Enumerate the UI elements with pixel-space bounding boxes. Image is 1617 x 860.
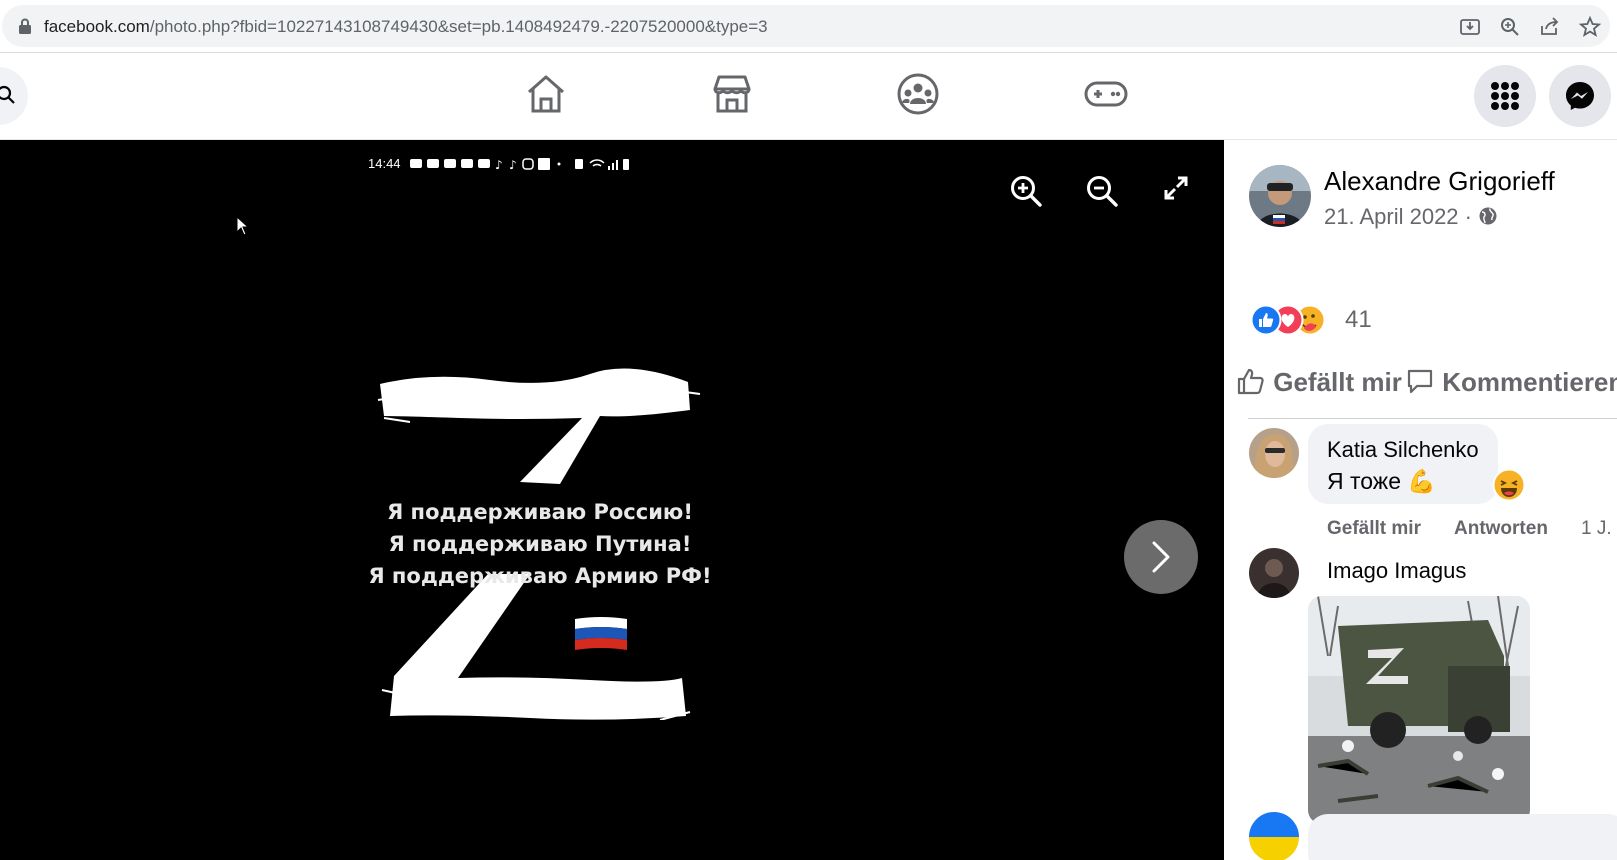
comment-like-link[interactable]: Gefällt mir — [1327, 518, 1421, 540]
author-avatar[interactable] — [1249, 165, 1311, 227]
globe-icon — [1479, 207, 1497, 225]
thumbs-up-icon — [1237, 368, 1264, 395]
russian-flag-icon — [575, 617, 627, 650]
comment-attached-photo[interactable] — [1308, 596, 1530, 824]
commenter-avatar[interactable] — [1249, 428, 1299, 478]
actions-divider — [1248, 418, 1617, 419]
reaction-count[interactable]: 41 — [1345, 306, 1372, 334]
share-icon[interactable] — [1539, 16, 1561, 38]
like-button-label: Gefällt mir — [1273, 367, 1402, 397]
image-text-line-2: Я поддерживаю Путина! — [388, 532, 692, 556]
chevron-right-icon — [1152, 541, 1170, 573]
haha-reaction-icon[interactable] — [1492, 468, 1526, 502]
home-icon[interactable] — [525, 73, 567, 115]
comment-timestamp[interactable]: 1 J. — [1581, 518, 1612, 540]
zoom-out-icon[interactable] — [1085, 174, 1119, 208]
post-date-text: 21. April 2022 · — [1324, 204, 1472, 229]
url-domain: facebook.com — [44, 17, 150, 36]
mouse-cursor — [236, 215, 250, 241]
image-text-line-3: Я поддерживаю Армию РФ! — [368, 564, 712, 588]
svg-text:♪: ♪ — [495, 158, 503, 171]
fullscreen-icon[interactable] — [1162, 174, 1190, 202]
comment-button[interactable]: Kommentieren — [1405, 366, 1617, 398]
commenter-avatar[interactable] — [1249, 812, 1299, 860]
comment-icon — [1407, 369, 1433, 394]
url-box[interactable]: facebook.com/photo.php?fbid=102271431087… — [2, 5, 1610, 47]
post-actions: Gefällt mir Kommentieren — [1224, 358, 1617, 406]
photo-viewer: 14:44 ♪ ♪ Я поддерживаю Россию! Я поддер… — [0, 140, 1224, 860]
comment-author[interactable]: Imago Imagus — [1327, 558, 1466, 584]
messenger-icon — [1566, 82, 1594, 110]
comment-button-label: Kommentieren — [1442, 367, 1617, 397]
svg-text:♪: ♪ — [509, 158, 517, 171]
search-button[interactable] — [0, 67, 28, 125]
messenger-button[interactable] — [1549, 65, 1611, 127]
comment-reply-link[interactable]: Antworten — [1454, 518, 1548, 540]
reaction-icons[interactable] — [1250, 304, 1342, 341]
facebook-top-nav — [0, 53, 1617, 140]
next-photo-button[interactable] — [1124, 520, 1198, 594]
bookmark-star-icon[interactable] — [1579, 16, 1601, 38]
post-date[interactable]: 21. April 2022 · — [1324, 204, 1498, 230]
image-text-line-1: Я поддерживаю Россию! — [387, 500, 693, 524]
groups-icon[interactable] — [897, 73, 939, 115]
commenter-avatar[interactable] — [1249, 548, 1299, 598]
post-side-panel: Alexandre Grigorieff 21. April 2022 · 41… — [1224, 140, 1617, 860]
url-path: /photo.php?fbid=10227143108749430&set=pb… — [149, 17, 768, 36]
gaming-icon[interactable] — [1083, 73, 1129, 115]
comment-text: Я тоже 💪 — [1327, 468, 1437, 494]
browser-address-bar: facebook.com/photo.php?fbid=102271431087… — [0, 0, 1617, 53]
marketplace-icon[interactable] — [711, 73, 753, 115]
zoom-in-icon[interactable] — [1009, 174, 1043, 208]
url-text[interactable]: facebook.com/photo.php?fbid=102271431087… — [44, 17, 768, 37]
phone-status-time: 14:44 — [368, 156, 401, 171]
comment-author[interactable]: Katia Silchenko — [1327, 437, 1479, 463]
comment-bubble — [1308, 814, 1617, 860]
grid-menu-icon — [1491, 82, 1519, 110]
menu-button[interactable] — [1474, 65, 1536, 127]
post-author-name[interactable]: Alexandre Grigorieff — [1324, 166, 1555, 197]
like-button[interactable]: Gefällt mir — [1236, 366, 1402, 398]
like-reaction-icon — [1250, 304, 1326, 336]
install-app-icon[interactable] — [1459, 16, 1481, 38]
phone-status-icons: ♪ ♪ — [410, 158, 629, 171]
search-icon — [0, 85, 15, 104]
lock-icon[interactable] — [18, 17, 32, 35]
zoom-icon[interactable] — [1499, 16, 1521, 38]
